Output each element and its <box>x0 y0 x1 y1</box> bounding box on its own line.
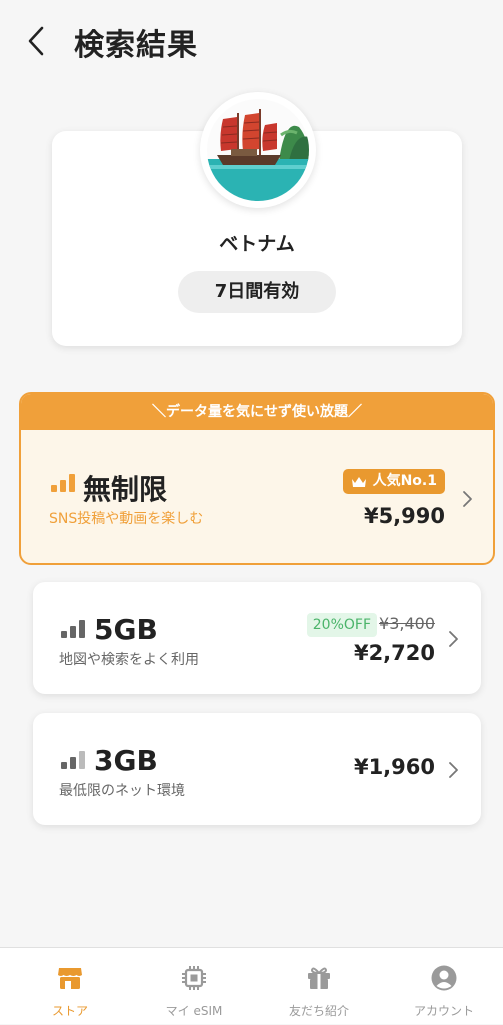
tab-label: マイ eSIM <box>165 1004 223 1018</box>
tab-my-esim[interactable]: マイ eSIM <box>131 948 257 1025</box>
tab-store[interactable]: ストア <box>7 948 133 1025</box>
plan-description: 地図や検索をよく利用 <box>59 652 199 668</box>
plan-5gb[interactable]: 5GB 地図や検索をよく利用 20%OFF ¥3,400 ¥2,720 <box>33 582 481 694</box>
tab-label: 友だち紹介 <box>288 1004 349 1018</box>
tab-label: アカウント <box>413 1004 474 1018</box>
signal-icon <box>61 620 85 638</box>
signal-icon <box>51 474 75 492</box>
plan-price: ¥2,720 <box>353 641 435 665</box>
gift-icon <box>308 967 330 989</box>
discount-badge: 20%OFF <box>306 613 377 637</box>
plan-price: ¥5,990 <box>363 504 445 528</box>
chevron-left-icon <box>28 26 44 56</box>
chevron-right-icon <box>449 631 458 647</box>
page-title: 検索結果 <box>74 28 198 63</box>
popular-badge: 人気No.1 <box>342 469 445 494</box>
chevron-right-icon <box>463 491 472 507</box>
bottom-tab-bar: ストア マイ eSIM 友だち紹介 アカウント <box>0 947 503 1024</box>
original-price: ¥3,400 <box>379 614 435 633</box>
header: 検索結果 <box>0 0 503 80</box>
tab-invite-friends[interactable]: 友だち紹介 <box>256 948 382 1025</box>
back-button[interactable] <box>22 24 52 58</box>
store-icon <box>58 968 82 989</box>
plan-unlimited[interactable]: ＼データ量を気にせず使い放題／ 無制限 SNS投稿や動画を楽しむ 人気No.1 … <box>19 392 495 565</box>
plan-price: ¥1,960 <box>353 755 435 779</box>
plan-description: 最低限のネット環境 <box>59 783 185 799</box>
plan-name: 5GB <box>94 613 158 646</box>
popular-badge-label: 人気No.1 <box>372 473 437 489</box>
account-icon <box>431 965 457 991</box>
validity-badge: 7日間有効 <box>178 271 336 313</box>
crown-icon <box>351 476 366 487</box>
halong-bay-illustration <box>207 99 309 201</box>
featured-banner: ＼データ量を気にせず使い放題／ <box>21 394 493 430</box>
country-name: ベトナム <box>219 233 295 255</box>
tab-account[interactable]: アカウント <box>381 948 503 1025</box>
signal-icon <box>61 751 85 769</box>
plan-description: SNS投稿や動画を楽しむ <box>49 511 204 527</box>
chip-icon <box>182 966 206 990</box>
plan-name: 3GB <box>94 744 158 777</box>
plan-3gb[interactable]: 3GB 最低限のネット環境 ¥1,960 <box>33 713 481 825</box>
country-image <box>200 92 316 208</box>
tab-label: ストア <box>51 1004 88 1018</box>
plan-name: 無制限 <box>83 473 168 506</box>
chevron-right-icon <box>449 762 458 778</box>
